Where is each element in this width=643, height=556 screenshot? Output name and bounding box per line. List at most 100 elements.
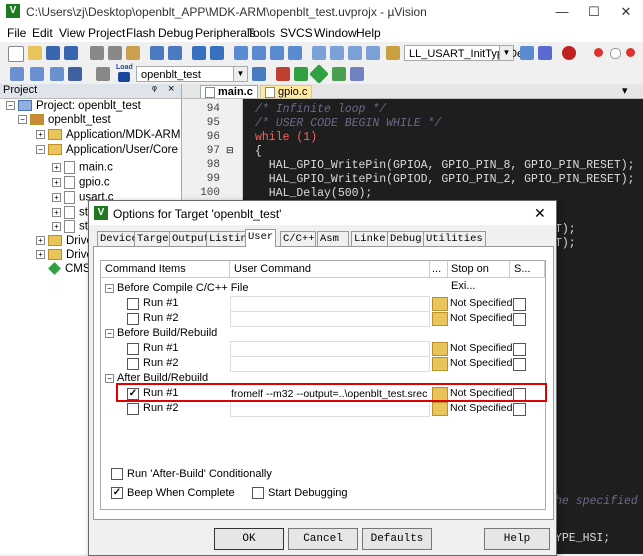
run-checkbox[interactable]: [127, 358, 139, 370]
chevron-down-icon[interactable]: ▼: [499, 46, 513, 60]
tab-user[interactable]: User: [245, 229, 277, 247]
tree-item-group[interactable]: + Application/MDK-ARM: [36, 129, 180, 141]
pack-installer-icon[interactable]: [309, 64, 329, 84]
find-in-files-icon[interactable]: [386, 46, 400, 60]
maximize-button[interactable]: ☐: [580, 3, 608, 21]
stop-on-exit-select[interactable]: Not Specified: [450, 311, 512, 326]
collapse-icon[interactable]: −: [105, 283, 114, 293]
tree-item-file[interactable]: + st: [52, 220, 88, 233]
tab-gpio-c[interactable]: gpio.c: [260, 85, 313, 99]
s-checkbox[interactable]: [513, 403, 526, 416]
batch-build-icon[interactable]: [68, 67, 82, 81]
start-debugging-checkbox[interactable]: [252, 487, 264, 500]
stop-on-exit-select[interactable]: Not Specified: [450, 356, 512, 371]
expand-icon[interactable]: +: [36, 236, 45, 246]
uncomment-icon[interactable]: [366, 46, 380, 60]
nav-back-icon[interactable]: [192, 46, 206, 60]
collapse-icon[interactable]: −: [105, 328, 114, 338]
user-command-input[interactable]: [230, 296, 430, 312]
run-checkbox[interactable]: [127, 313, 139, 325]
user-command-input[interactable]: [230, 401, 430, 417]
clear-bookmarks-icon[interactable]: [288, 46, 302, 60]
collapse-icon[interactable]: −: [36, 145, 45, 155]
indent-icon[interactable]: [312, 46, 326, 60]
target-combo[interactable]: openblt_test ▼: [136, 66, 248, 82]
tree-item-file[interactable]: + gpio.c: [52, 176, 110, 189]
next-bookmark-icon[interactable]: [270, 46, 284, 60]
tree-item-target[interactable]: − openblt_test: [18, 114, 111, 126]
kill-breakpoints-icon[interactable]: [626, 48, 635, 57]
tree-item-group[interactable]: − Application/User/Core: [36, 144, 178, 156]
rebuild-icon[interactable]: [50, 67, 64, 81]
tab-utilities[interactable]: Utilities: [423, 231, 486, 246]
column-header[interactable]: S...: [510, 261, 545, 278]
s-checkbox[interactable]: [513, 313, 526, 326]
folder-browse-icon[interactable]: [432, 297, 448, 311]
manage-project-items-icon[interactable]: [276, 67, 290, 81]
run-after-build-option[interactable]: Run 'After-Build' Conditionally: [111, 468, 272, 481]
save-all-icon[interactable]: [64, 46, 78, 60]
run-checkbox[interactable]: [127, 403, 139, 415]
paste-icon[interactable]: [126, 46, 140, 60]
close-window-button[interactable]: ✕: [612, 3, 640, 21]
new-file-icon[interactable]: [8, 46, 24, 62]
group-before-build[interactable]: − Before Build/Rebuild: [105, 326, 217, 341]
expand-icon[interactable]: +: [52, 208, 61, 217]
incremental-find-icon[interactable]: [538, 46, 552, 60]
expand-icon[interactable]: +: [36, 130, 45, 140]
run-checkbox[interactable]: [127, 343, 139, 355]
tab-debug[interactable]: Debug: [387, 231, 425, 246]
collapse-icon[interactable]: −: [6, 101, 15, 111]
function-combo[interactable]: LL_USART_InitTypeDef ▼: [404, 45, 526, 61]
folder-browse-icon[interactable]: [432, 342, 448, 356]
s-checkbox[interactable]: [513, 358, 526, 371]
minimize-button[interactable]: —: [548, 3, 576, 21]
download-icon[interactable]: [118, 72, 130, 82]
prev-bookmark-icon[interactable]: [252, 46, 266, 60]
menu-debug[interactable]: Debug: [158, 26, 193, 40]
tree-item-file[interactable]: + main.c: [52, 161, 113, 174]
expand-icon[interactable]: +: [52, 178, 61, 187]
start-debugging-option[interactable]: Start Debugging: [252, 487, 348, 500]
collapse-icon[interactable]: −: [18, 115, 27, 125]
expand-icon[interactable]: +: [52, 193, 61, 202]
pin-icon[interactable]: ᵠ: [152, 84, 157, 96]
tree-item-file[interactable]: + st: [52, 206, 88, 219]
open-file-icon[interactable]: [28, 46, 42, 60]
ok-button[interactable]: OK: [214, 528, 284, 550]
s-checkbox[interactable]: [513, 298, 526, 311]
column-header[interactable]: ...: [430, 261, 448, 278]
run-checkbox[interactable]: [127, 298, 139, 310]
folder-browse-icon[interactable]: [432, 357, 448, 371]
s-checkbox[interactable]: [513, 343, 526, 356]
defaults-button[interactable]: Defaults: [362, 528, 432, 550]
tree-item-project[interactable]: − Project: openblt_test: [6, 100, 141, 112]
menu-view[interactable]: View: [59, 26, 85, 40]
beep-checkbox[interactable]: ✓: [111, 487, 123, 500]
breakpoint-icon[interactable]: [594, 48, 603, 57]
expand-icon[interactable]: +: [36, 250, 45, 260]
user-command-input[interactable]: [230, 341, 430, 357]
copy-icon[interactable]: [108, 46, 122, 60]
tab-c-cpp[interactable]: C/C++: [280, 231, 316, 246]
menu-file[interactable]: File: [7, 26, 26, 40]
bookmark-icon[interactable]: [234, 46, 248, 60]
menu-window[interactable]: Window: [314, 26, 357, 40]
stop-build-icon[interactable]: [96, 67, 110, 81]
comment-icon[interactable]: [348, 46, 362, 60]
dialog-close-button[interactable]: ✕: [534, 205, 546, 222]
manage-runtime-icon[interactable]: [294, 67, 308, 81]
folder-browse-icon[interactable]: [432, 312, 448, 326]
stop-on-exit-select[interactable]: Not Specified: [450, 296, 512, 311]
expand-icon[interactable]: +: [52, 163, 61, 172]
column-header[interactable]: Command Items: [101, 261, 230, 278]
beep-option[interactable]: ✓ Beep When Complete: [111, 487, 235, 500]
group-before-compile[interactable]: − Before Compile C/C++ File: [105, 281, 248, 296]
folder-browse-icon[interactable]: [432, 402, 448, 416]
menu-edit[interactable]: Edit: [32, 26, 53, 40]
run-after-build-checkbox[interactable]: [111, 468, 123, 481]
fold-icon[interactable]: ⊟: [226, 145, 234, 156]
save-icon[interactable]: [46, 46, 60, 60]
collapse-icon[interactable]: −: [105, 373, 114, 383]
user-command-input[interactable]: [230, 356, 430, 372]
